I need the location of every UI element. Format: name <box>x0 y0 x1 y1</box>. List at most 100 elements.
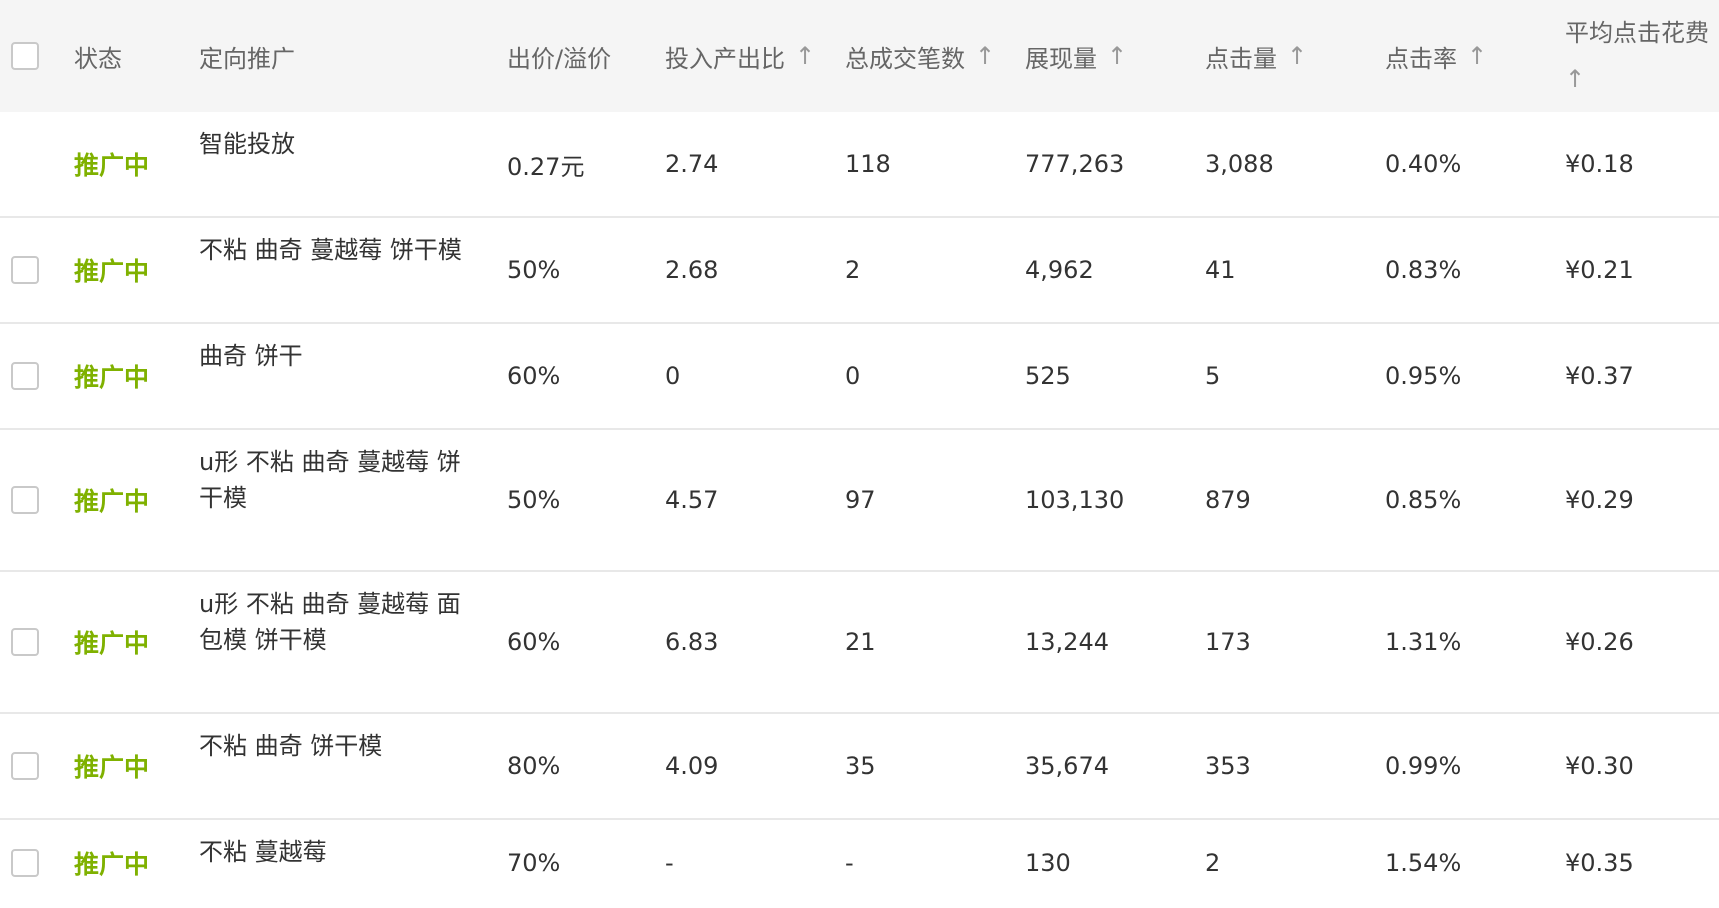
avg-cpc-cell: ¥0.26 <box>1565 628 1634 656</box>
deals-cell: 21 <box>845 628 876 656</box>
bid-cell: 80% <box>507 752 561 780</box>
status-cell: 推广中 <box>74 363 150 392</box>
impressions-cell: 130 <box>1025 849 1071 877</box>
clicks-header[interactable]: 点击量 ↑ <box>1205 0 1380 112</box>
promotion-table: 状态 定向推广 出价/溢价 投入产出比 ↑ 总成交笔数 ↑ 展现量 ↑ 点击量 … <box>0 0 1719 908</box>
sort-arrow-icon[interactable]: ↑ <box>1287 42 1307 70</box>
target-cell: 智能投放 <box>199 130 295 158</box>
ctr-cell: 0.99% <box>1385 752 1462 780</box>
ctr-header-label: 点击率 <box>1385 44 1457 73</box>
row-checkbox-cell[interactable] <box>11 218 51 322</box>
sort-arrow-icon[interactable]: ↑ <box>795 42 815 70</box>
deals-cell: 97 <box>845 486 876 514</box>
roi-cell: 4.57 <box>665 486 719 514</box>
row-checkbox[interactable] <box>11 628 39 656</box>
bid-cell: 70% <box>507 849 561 877</box>
ctr-cell: 1.31% <box>1385 628 1462 656</box>
table-row: 推广中 不粘 曲奇 蔓越莓 饼干模 50% 2.68 2 4,962 41 0.… <box>0 218 1719 324</box>
row-checkbox[interactable] <box>11 752 39 780</box>
impressions-cell: 525 <box>1025 362 1071 390</box>
clicks-cell: 5 <box>1205 362 1221 390</box>
sort-arrow-icon[interactable]: ↑ <box>975 42 995 70</box>
avg-cpc-cell: ¥0.29 <box>1565 486 1634 514</box>
bid-cell: 50% <box>507 486 561 514</box>
table-row: 推广中 曲奇 饼干 60% 0 0 525 5 0.95% ¥0.37 <box>0 324 1719 430</box>
impressions-cell: 13,244 <box>1025 628 1109 656</box>
status-cell: 推广中 <box>74 257 150 286</box>
deals-header-label: 总成交笔数 <box>845 44 965 73</box>
table-row: 推广中 u形 不粘 曲奇 蔓越莓 面包模 饼干模 60% 6.83 21 13,… <box>0 572 1719 714</box>
table-header: 状态 定向推广 出价/溢价 投入产出比 ↑ 总成交笔数 ↑ 展现量 ↑ 点击量 … <box>0 0 1719 112</box>
target-header: 定向推广 <box>199 0 484 112</box>
clicks-cell: 879 <box>1205 486 1251 514</box>
table-row: 推广中 u形 不粘 曲奇 蔓越莓 饼干模 50% 4.57 97 103,130… <box>0 430 1719 572</box>
row-checkbox[interactable] <box>11 256 39 284</box>
row-checkbox-cell[interactable] <box>11 430 51 570</box>
ctr-cell: 0.95% <box>1385 362 1462 390</box>
deals-cell: 35 <box>845 752 876 780</box>
ctr-cell: 0.85% <box>1385 486 1462 514</box>
bid-cell: 60% <box>507 628 561 656</box>
select-all-cell[interactable] <box>11 0 51 112</box>
roi-cell: 2.74 <box>665 150 719 178</box>
bid-cell: 50% <box>507 256 561 284</box>
deals-header[interactable]: 总成交笔数 ↑ <box>845 0 1020 112</box>
avg-cpc-cell: ¥0.18 <box>1565 150 1634 178</box>
avg-cpc-cell: ¥0.37 <box>1565 362 1634 390</box>
deals-cell: 2 <box>845 256 861 284</box>
roi-cell: - <box>665 849 674 877</box>
status-cell: 推广中 <box>74 850 150 879</box>
row-checkbox[interactable] <box>11 849 39 877</box>
status-cell: 推广中 <box>74 753 150 782</box>
status-cell: 推广中 <box>74 151 150 180</box>
select-all-checkbox[interactable] <box>11 42 39 70</box>
sort-arrow-icon[interactable]: ↑ <box>1107 42 1127 70</box>
target-cell: u形 不粘 曲奇 蔓越莓 饼干模 <box>199 448 461 512</box>
row-checkbox-cell[interactable] <box>11 714 51 818</box>
row-checkbox[interactable] <box>11 486 39 514</box>
table-row: 推广中 不粘 曲奇 饼干模 80% 4.09 35 35,674 353 0.9… <box>0 714 1719 820</box>
deals-cell: - <box>845 849 854 877</box>
row-checkbox-cell[interactable] <box>11 324 51 428</box>
avg-cpc-header[interactable]: 平均点击花费 ↑ <box>1565 0 1719 112</box>
roi-cell: 2.68 <box>665 256 719 284</box>
target-cell: 曲奇 饼干 <box>199 342 303 370</box>
impressions-header[interactable]: 展现量 ↑ <box>1025 0 1200 112</box>
bid-cell: 60% <box>507 362 561 390</box>
clicks-cell: 173 <box>1205 628 1251 656</box>
impressions-header-label: 展现量 <box>1025 44 1097 73</box>
row-checkbox-cell[interactable] <box>11 572 51 712</box>
impressions-cell: 4,962 <box>1025 256 1094 284</box>
ctr-cell: 0.40% <box>1385 150 1462 178</box>
target-header-label: 定向推广 <box>199 44 295 73</box>
clicks-cell: 3,088 <box>1205 150 1274 178</box>
status-header: 状态 <box>74 0 174 112</box>
roi-cell: 0 <box>665 362 681 390</box>
row-checkbox[interactable] <box>11 362 39 390</box>
impressions-cell: 777,263 <box>1025 150 1125 178</box>
status-cell: 推广中 <box>74 629 150 658</box>
sort-arrow-icon[interactable]: ↑ <box>1467 42 1487 70</box>
sort-arrow-icon[interactable]: ↑ <box>1565 56 1585 102</box>
row-checkbox-cell[interactable] <box>11 820 51 906</box>
bid-header: 出价/溢价 <box>507 0 657 112</box>
clicks-cell: 2 <box>1205 849 1221 877</box>
avg-cpc-cell: ¥0.21 <box>1565 256 1634 284</box>
avg-cpc-cell: ¥0.35 <box>1565 849 1634 877</box>
ctr-header[interactable]: 点击率 ↑ <box>1385 0 1560 112</box>
deals-cell: 118 <box>845 150 891 178</box>
table-row: 推广中 不粘 蔓越莓 70% - - 130 2 1.54% ¥0.35 <box>0 820 1719 906</box>
status-cell: 推广中 <box>74 487 150 516</box>
impressions-cell: 35,674 <box>1025 752 1109 780</box>
roi-cell: 6.83 <box>665 628 719 656</box>
table-row: 推广中 智能投放 0.27元 2.74 118 777,263 3,088 0.… <box>0 112 1719 218</box>
target-cell: 不粘 曲奇 饼干模 <box>199 732 383 760</box>
roi-header[interactable]: 投入产出比 ↑ <box>665 0 835 112</box>
roi-header-label: 投入产出比 <box>665 44 785 73</box>
bid-cell: 0.27元 <box>507 152 585 181</box>
avg-cpc-cell: ¥0.30 <box>1565 752 1634 780</box>
ctr-cell: 1.54% <box>1385 849 1462 877</box>
roi-cell: 4.09 <box>665 752 719 780</box>
target-cell: 不粘 蔓越莓 <box>199 838 327 866</box>
clicks-cell: 353 <box>1205 752 1251 780</box>
